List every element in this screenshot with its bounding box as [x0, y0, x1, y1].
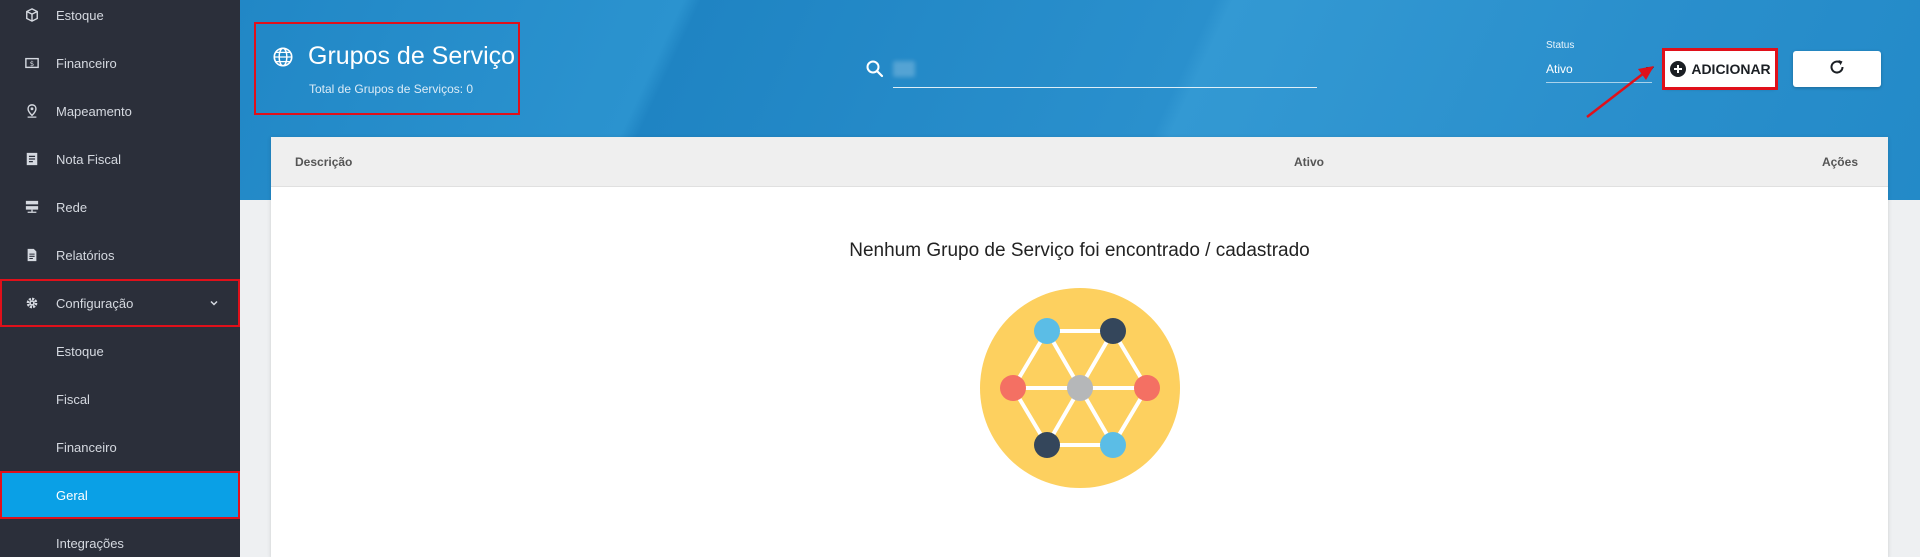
sidebar-item-relatorios[interactable]: Relatórios [0, 231, 240, 279]
sidebar-subitem-financeiro[interactable]: Financeiro [0, 423, 240, 471]
refresh-icon [1828, 58, 1846, 81]
sidebar-item-financeiro[interactable]: $ Financeiro [0, 39, 240, 87]
sidebar-item-label: Fiscal [56, 391, 90, 407]
page-title: Grupos de Serviço [308, 42, 516, 70]
sidebar-subitem-estoque[interactable]: Estoque [0, 327, 240, 375]
table-header: Descrição Ativo Ações [271, 137, 1888, 187]
status-select[interactable]: Status Ativo [1546, 40, 1654, 84]
sidebar-item-rede[interactable]: Rede [0, 183, 240, 231]
caret-down-icon [1646, 67, 1654, 72]
status-value: Ativo [1546, 62, 1573, 76]
plus-circle-icon [1669, 60, 1687, 78]
page-title-box: Grupos de Serviço Total de Grupos de Ser… [254, 22, 520, 115]
add-button[interactable]: ADICIONAR [1664, 50, 1776, 88]
globe-icon [272, 46, 294, 68]
sidebar-item-label: Financeiro [56, 439, 117, 455]
server-icon [24, 199, 40, 215]
money-icon: $ [24, 55, 40, 71]
sidebar-item-configuracao[interactable]: Configuração [0, 279, 240, 327]
column-header-descricao[interactable]: Descrição [295, 155, 352, 169]
svg-text:$: $ [30, 60, 34, 68]
sidebar-subitem-geral[interactable]: Geral [0, 471, 240, 519]
sidebar-item-label: Estoque [56, 343, 104, 359]
search-box [865, 53, 1325, 89]
network-illustration [980, 288, 1180, 488]
sidebar-item-label: Rede [56, 199, 88, 215]
sidebar-item-mapeamento[interactable]: Mapeamento [0, 87, 240, 135]
chevron-down-icon [208, 297, 220, 309]
sidebar-item-label: Financeiro [56, 55, 117, 71]
sidebar-item-label: Configuração [56, 295, 134, 311]
total-count: Total de Grupos de Serviços: 0 [309, 82, 474, 96]
add-button-label: ADICIONAR [1691, 61, 1771, 77]
sidebar-item-label: Nota Fiscal [56, 151, 122, 167]
sidebar-item-label: Relatórios [56, 247, 115, 263]
empty-state-message: Nenhum Grupo de Serviço foi encontrado /… [849, 240, 1310, 261]
refresh-button[interactable] [1793, 51, 1881, 87]
document-icon [24, 247, 40, 263]
search-underline [893, 87, 1317, 88]
status-underline [1546, 82, 1652, 83]
gear-icon [24, 295, 40, 311]
sidebar-item-nota-fiscal[interactable]: Nota Fiscal [0, 135, 240, 183]
search-icon [865, 59, 885, 79]
sidebar-item-label: Integrações [56, 535, 124, 551]
groups-table-card: Descrição Ativo Ações Nenhum Grupo de Se… [271, 137, 1888, 557]
status-label: Status [1546, 40, 1575, 51]
map-pin-icon [24, 103, 40, 119]
sidebar-item-label: Geral [56, 487, 88, 503]
sidebar-item-label: Estoque [56, 7, 104, 23]
receipt-icon [24, 151, 40, 167]
sidebar: Estoque $ Financeiro Mapeamento Nota Fis… [0, 0, 240, 557]
main-content: Grupos de Serviço Total de Grupos de Ser… [240, 0, 1920, 557]
sidebar-subitem-integracoes[interactable]: Integrações [0, 519, 240, 557]
sidebar-item-estoque[interactable]: Estoque [0, 0, 240, 39]
sidebar-subitem-fiscal[interactable]: Fiscal [0, 375, 240, 423]
column-header-acoes: Ações [1821, 155, 1858, 169]
column-header-ativo[interactable]: Ativo [1294, 155, 1324, 169]
search-input[interactable] [893, 59, 1317, 83]
box-icon [24, 7, 40, 23]
sidebar-item-label: Mapeamento [56, 103, 132, 119]
